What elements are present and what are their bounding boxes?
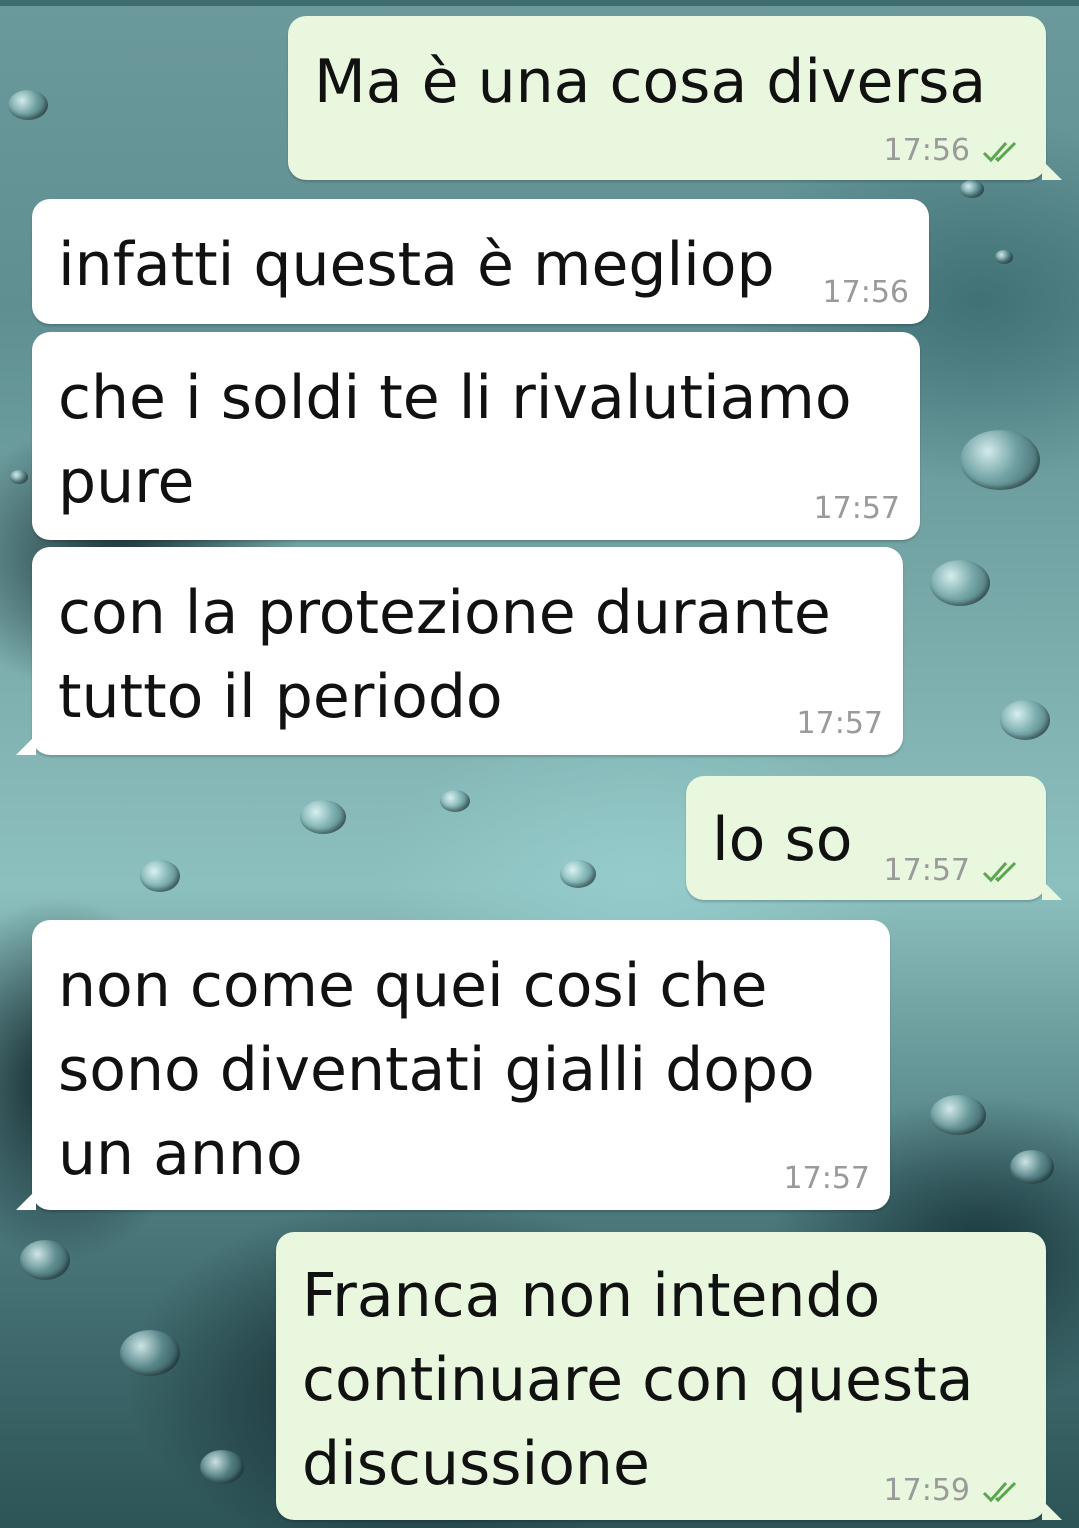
- read-double-check-icon: [982, 138, 1026, 164]
- message-text: Ma è una cosa diversa: [314, 47, 987, 117]
- message-bubble-incoming[interactable]: infatti questa è megliop 17:56: [32, 199, 929, 324]
- message-timestamp: 17:56: [883, 133, 970, 168]
- message-timestamp: 17:56: [822, 275, 909, 310]
- message-text: infatti questa è megliop: [58, 230, 775, 300]
- message-text: lo so: [712, 805, 853, 875]
- message-bubble-incoming[interactable]: con la protezione durante tutto il perio…: [16, 547, 903, 755]
- message-timestamp: 17:57: [813, 491, 900, 526]
- message-meta: 17:56: [823, 275, 909, 310]
- message-text: Franca non intendo continuare con questa…: [302, 1261, 974, 1499]
- bubble-tail: [1042, 160, 1062, 180]
- message-timestamp: 17:57: [796, 706, 883, 741]
- message-bubble-incoming[interactable]: non come quei cosi che sono diventati gi…: [16, 920, 890, 1210]
- message-bubble-incoming[interactable]: che i soldi te li rivalutiamo pure 17:57: [32, 332, 920, 540]
- message-meta: 17:59: [884, 1473, 1026, 1508]
- message-timestamp: 17:59: [883, 1473, 970, 1508]
- message-bubble-outgoing[interactable]: lo so 17:57: [686, 776, 1062, 900]
- message-timestamp: 17:57: [883, 853, 970, 888]
- message-meta: 17:56: [884, 133, 1026, 168]
- wallpaper-top-strip: [0, 0, 1079, 6]
- message-meta: 17:57: [814, 491, 900, 526]
- bubble-tail: [16, 1190, 36, 1210]
- message-timestamp: 17:57: [783, 1161, 870, 1196]
- message-meta: 17:57: [884, 853, 1026, 888]
- message-bubble-outgoing[interactable]: Ma è una cosa diversa 17:56: [288, 16, 1062, 180]
- message-text: con la protezione durante tutto il perio…: [58, 578, 831, 732]
- bubble-tail: [1042, 1500, 1062, 1520]
- message-meta: 17:57: [784, 1161, 870, 1196]
- message-text: che i soldi te li rivalutiamo pure: [58, 363, 852, 517]
- message-text: non come quei cosi che sono diventati gi…: [58, 951, 815, 1189]
- message-meta: 17:57: [797, 706, 883, 741]
- read-double-check-icon: [982, 1478, 1026, 1504]
- read-double-check-icon: [982, 858, 1026, 884]
- bubble-tail: [1042, 880, 1062, 900]
- message-bubble-outgoing[interactable]: Franca non intendo continuare con questa…: [276, 1232, 1062, 1520]
- bubble-tail: [16, 735, 36, 755]
